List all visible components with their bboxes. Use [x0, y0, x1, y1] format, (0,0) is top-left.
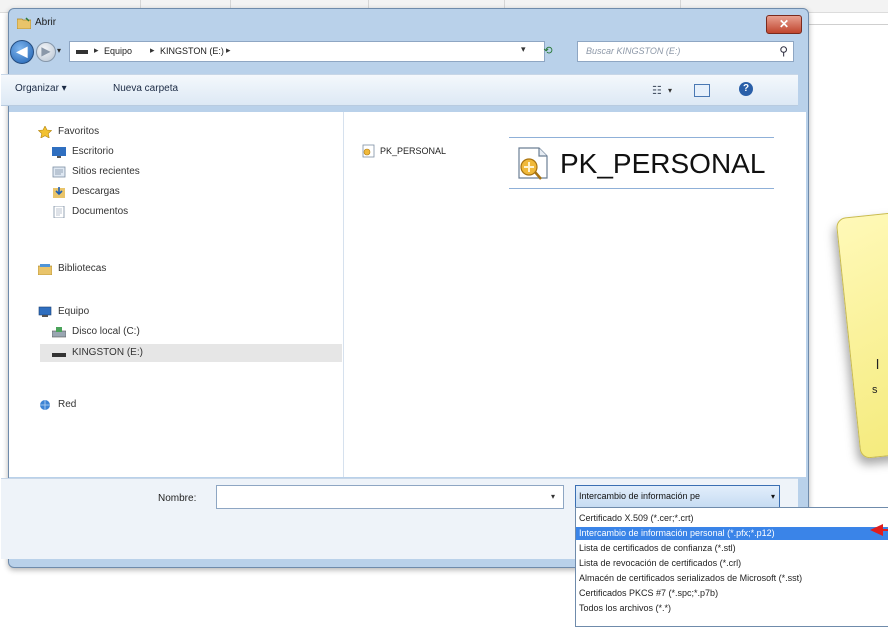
sidebar-item-label: Favoritos: [58, 126, 100, 137]
refresh-icon[interactable]: ⟲: [540, 43, 556, 60]
file-type-option-label: Lista de revocación de certificados (*.c…: [579, 558, 742, 568]
sidebar-item-equipo[interactable]: Equipo: [38, 305, 238, 321]
sidebar-item-label: Documentos: [72, 206, 129, 217]
drive-icon: [52, 327, 66, 338]
file-type-option-label: Certificado X.509 (*.cer;*.crt): [579, 513, 694, 523]
forward-button[interactable]: ▶: [36, 42, 56, 62]
window-title: Abrir: [35, 17, 57, 28]
sidebar-item-label: Equipo: [58, 306, 90, 317]
sidebar-item-escritorio[interactable]: Escritorio: [52, 145, 252, 161]
breadcrumb-separator-icon[interactable]: ▸: [226, 45, 231, 56]
note-partial-text: l: [876, 356, 880, 372]
breadcrumb-separator-icon[interactable]: ▸: [94, 45, 99, 56]
sidebar-item-label: Descargas: [72, 186, 120, 197]
zoom-callout-text: PK_PERSONAL: [560, 148, 766, 179]
back-button[interactable]: ◀: [10, 40, 34, 64]
address-dropdown-icon[interactable]: ▾: [521, 44, 526, 55]
close-button[interactable]: ✕: [766, 15, 802, 34]
background-rule: [806, 24, 888, 25]
certificate-file-icon: [362, 144, 375, 158]
sidebar-item-label: Bibliotecas: [58, 263, 107, 274]
file-type-option-label: Todos los archivos (*.*): [579, 603, 672, 613]
file-type-option-label: Lista de certificados de confianza (*.st…: [579, 543, 736, 553]
new-folder-button[interactable]: Nueva carpeta: [113, 83, 178, 94]
sidebar-item-label: KINGSTON (E:): [72, 347, 143, 358]
sidebar-item-label: Disco local (C:): [72, 326, 140, 337]
zoom-callout: PK_PERSONAL: [509, 137, 774, 189]
file-type-option[interactable]: Almacén de certificados serializados de …: [576, 572, 888, 585]
file-type-dropdown: Certificado X.509 (*.cer;*.crt) Intercam…: [575, 507, 888, 627]
file-type-option[interactable]: Lista de revocación de certificados (*.c…: [576, 557, 888, 570]
file-name: PK_PERSONAL: [380, 146, 447, 156]
file-type-option[interactable]: Certificados PKCS #7 (*.spc;*.p7b): [576, 587, 888, 600]
usb-drive-icon: [76, 50, 88, 54]
address-bar[interactable]: ▸ Equipo ▸ KINGSTON (E:) ▸: [69, 41, 545, 62]
breadcrumb-separator-icon[interactable]: ▸: [150, 45, 155, 56]
downloads-icon: [53, 187, 65, 198]
file-type-option-label: Certificados PKCS #7 (*.spc;*.p7b): [579, 588, 719, 598]
view-dropdown-icon[interactable]: ▾: [668, 86, 672, 95]
file-type-select[interactable]: Intercambio de información pe ▾: [575, 485, 780, 509]
search-placeholder: Buscar KINGSTON (E:): [586, 46, 681, 56]
file-type-option[interactable]: Lista de certificados de confianza (*.st…: [576, 542, 888, 555]
view-options-icon[interactable]: ☷: [652, 84, 662, 97]
breadcrumb-equipo[interactable]: Equipo: [104, 46, 132, 56]
preview-pane-icon[interactable]: [694, 84, 710, 97]
network-icon: [40, 400, 50, 410]
sidebar-item-kingston[interactable]: KINGSTON (E:): [40, 344, 342, 362]
sticky-note: [835, 210, 888, 460]
star-icon: [38, 126, 52, 138]
file-type-option-selected[interactable]: Intercambio de información personal (*.p…: [576, 527, 888, 540]
sidebar-item-label: Escritorio: [72, 146, 114, 157]
sidebar-item-favoritos[interactable]: Favoritos: [38, 125, 238, 141]
file-type-option[interactable]: Certificado X.509 (*.cer;*.crt): [576, 512, 888, 525]
sidebar-item-descargas[interactable]: Descargas: [52, 185, 252, 201]
usb-drive-icon: [52, 353, 66, 357]
computer-icon: [38, 306, 52, 317]
search-icon[interactable]: ⚲: [779, 44, 788, 58]
chevron-down-icon[interactable]: ▾: [771, 492, 775, 501]
file-type-option[interactable]: Todos los archivos (*.*): [576, 602, 888, 615]
recent-places-icon: [52, 166, 66, 178]
libraries-icon: [38, 264, 52, 275]
organize-button[interactable]: Organizar ▾: [15, 83, 67, 94]
file-name-label: Nombre:: [158, 493, 197, 504]
file-type-option-label: Intercambio de información personal (*.p…: [579, 528, 775, 538]
file-type-selected: Intercambio de información pe: [579, 491, 701, 501]
sidebar-item-bibliotecas[interactable]: Bibliotecas: [38, 262, 238, 278]
sidebar-item-label: Sitios recientes: [72, 166, 140, 177]
file-type-option-label: Almacén de certificados serializados de …: [579, 573, 803, 583]
sidebar-item-sitios-recientes[interactable]: Sitios recientes: [52, 165, 252, 181]
sidebar-item-documentos[interactable]: Documentos: [52, 205, 252, 221]
title-bar[interactable]: Abrir ✕: [9, 9, 808, 35]
search-box[interactable]: Buscar KINGSTON (E:) ⚲: [577, 41, 794, 62]
recent-locations-arrow-icon[interactable]: ▾: [57, 46, 61, 55]
certificate-file-icon: [518, 147, 548, 180]
desktop-icon: [52, 147, 66, 158]
command-toolbar: Organizar ▾ Nueva carpeta: [1, 74, 798, 106]
sidebar-item-disco-local[interactable]: Disco local (C:): [52, 325, 252, 341]
sidebar-item-red[interactable]: Red: [38, 398, 238, 414]
breadcrumb-kingston[interactable]: KINGSTON (E:): [160, 46, 224, 56]
folder-icon: [17, 17, 31, 29]
help-icon[interactable]: ?: [739, 82, 753, 96]
documents-icon: [53, 206, 65, 218]
file-name-input[interactable]: [216, 485, 564, 509]
file-name-dropdown-icon[interactable]: ▾: [551, 492, 555, 501]
note-partial-text: s: [872, 384, 878, 396]
red-arrow-pointer-line: [882, 529, 888, 531]
sidebar-item-label: Red: [58, 399, 77, 410]
